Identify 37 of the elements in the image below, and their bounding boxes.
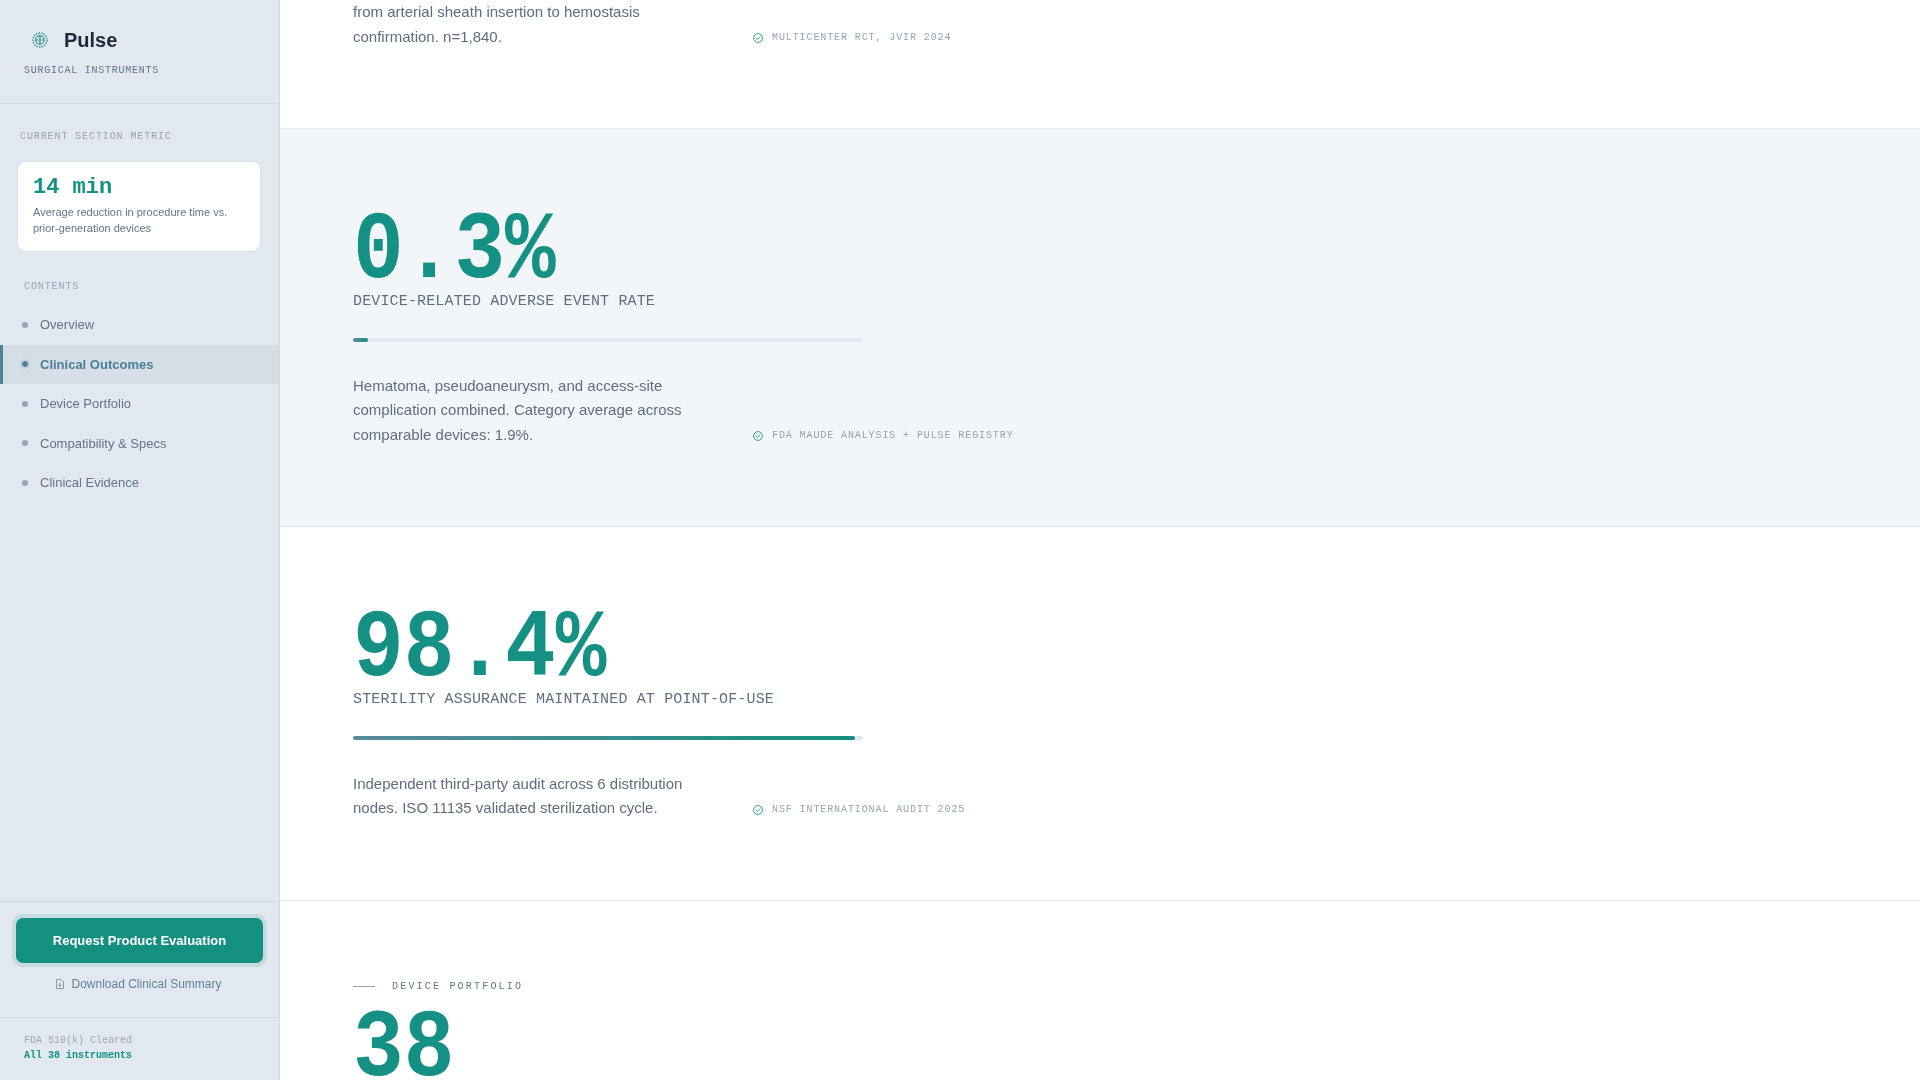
dot-icon: [20, 359, 30, 370]
nav-item[interactable]: Compatibility & Specs: [0, 423, 279, 463]
check-circle-icon: [753, 431, 763, 442]
section-heading: CURRENT SECTION METRIC: [20, 130, 172, 144]
nav-item[interactable]: Overview: [0, 305, 279, 345]
source-citation: FDA MAUDE ANALYSIS + PULSE REGISTRY: [772, 429, 1014, 444]
globe-icon: [32, 32, 48, 48]
check-circle-icon: [753, 804, 763, 815]
nav-item[interactable]: Device Portfolio: [0, 384, 279, 424]
source-citation: MULTICENTER RCT, JVIR 2024: [772, 31, 952, 45]
metric-description: Average reduction in procedure time vs. prior-generation devices: [33, 205, 229, 236]
brand-tagline: SURGICAL INSTRUMENTS: [24, 64, 160, 78]
stat-description: Hematoma, pseudoaneurysm, and access-site complication combined. Category average across comparable devices: 1.9%.: [353, 375, 683, 445]
nav-item[interactable]: Clinical Evidence: [0, 463, 279, 503]
nav-item[interactable]: Clinical Outcomes: [0, 344, 279, 384]
source-citation: NSF INTERNATIONAL AUDIT 2025: [772, 802, 966, 817]
metric-value: 14 min: [33, 175, 113, 201]
certification-scope: All 38 instruments: [24, 1049, 133, 1063]
stat-value: 38: [353, 1008, 455, 1079]
check-circle-icon: [753, 33, 763, 43]
dot-icon: [22, 321, 28, 328]
file-download-icon: [56, 979, 65, 989]
brand-name: Pulse: [64, 28, 118, 52]
section-eyebrow: DEVICE PORTFOLIO: [392, 979, 524, 994]
stat-value: 0.3%: [353, 211, 556, 293]
dot-icon: [22, 479, 28, 486]
certification-label: FDA 510(k) Cleared: [24, 1034, 133, 1048]
stat-value: 98.4%: [353, 609, 607, 691]
stat-description: Independent third-party audit across 6 distribution nodes. ISO 11135 validated sterilization cycle.: [353, 773, 684, 819]
section-heading: CONTENTS: [24, 280, 80, 294]
stat-label: DEVICE-RELATED ADVERSE EVENT RATE: [353, 292, 655, 311]
stat-description: from arterial sheath insertion to hemostasis confirmation. n=1,840.: [353, 2, 641, 47]
dot-icon: [22, 400, 28, 407]
request-evaluation-button[interactable]: Request Product Evaluation: [16, 918, 263, 963]
dot-icon: [22, 440, 28, 447]
stat-label: STERILITY ASSURANCE MAINTAINED AT POINT-OF-USE: [353, 690, 774, 709]
download-summary-link[interactable]: Download Clinical Summary: [71, 976, 222, 992]
